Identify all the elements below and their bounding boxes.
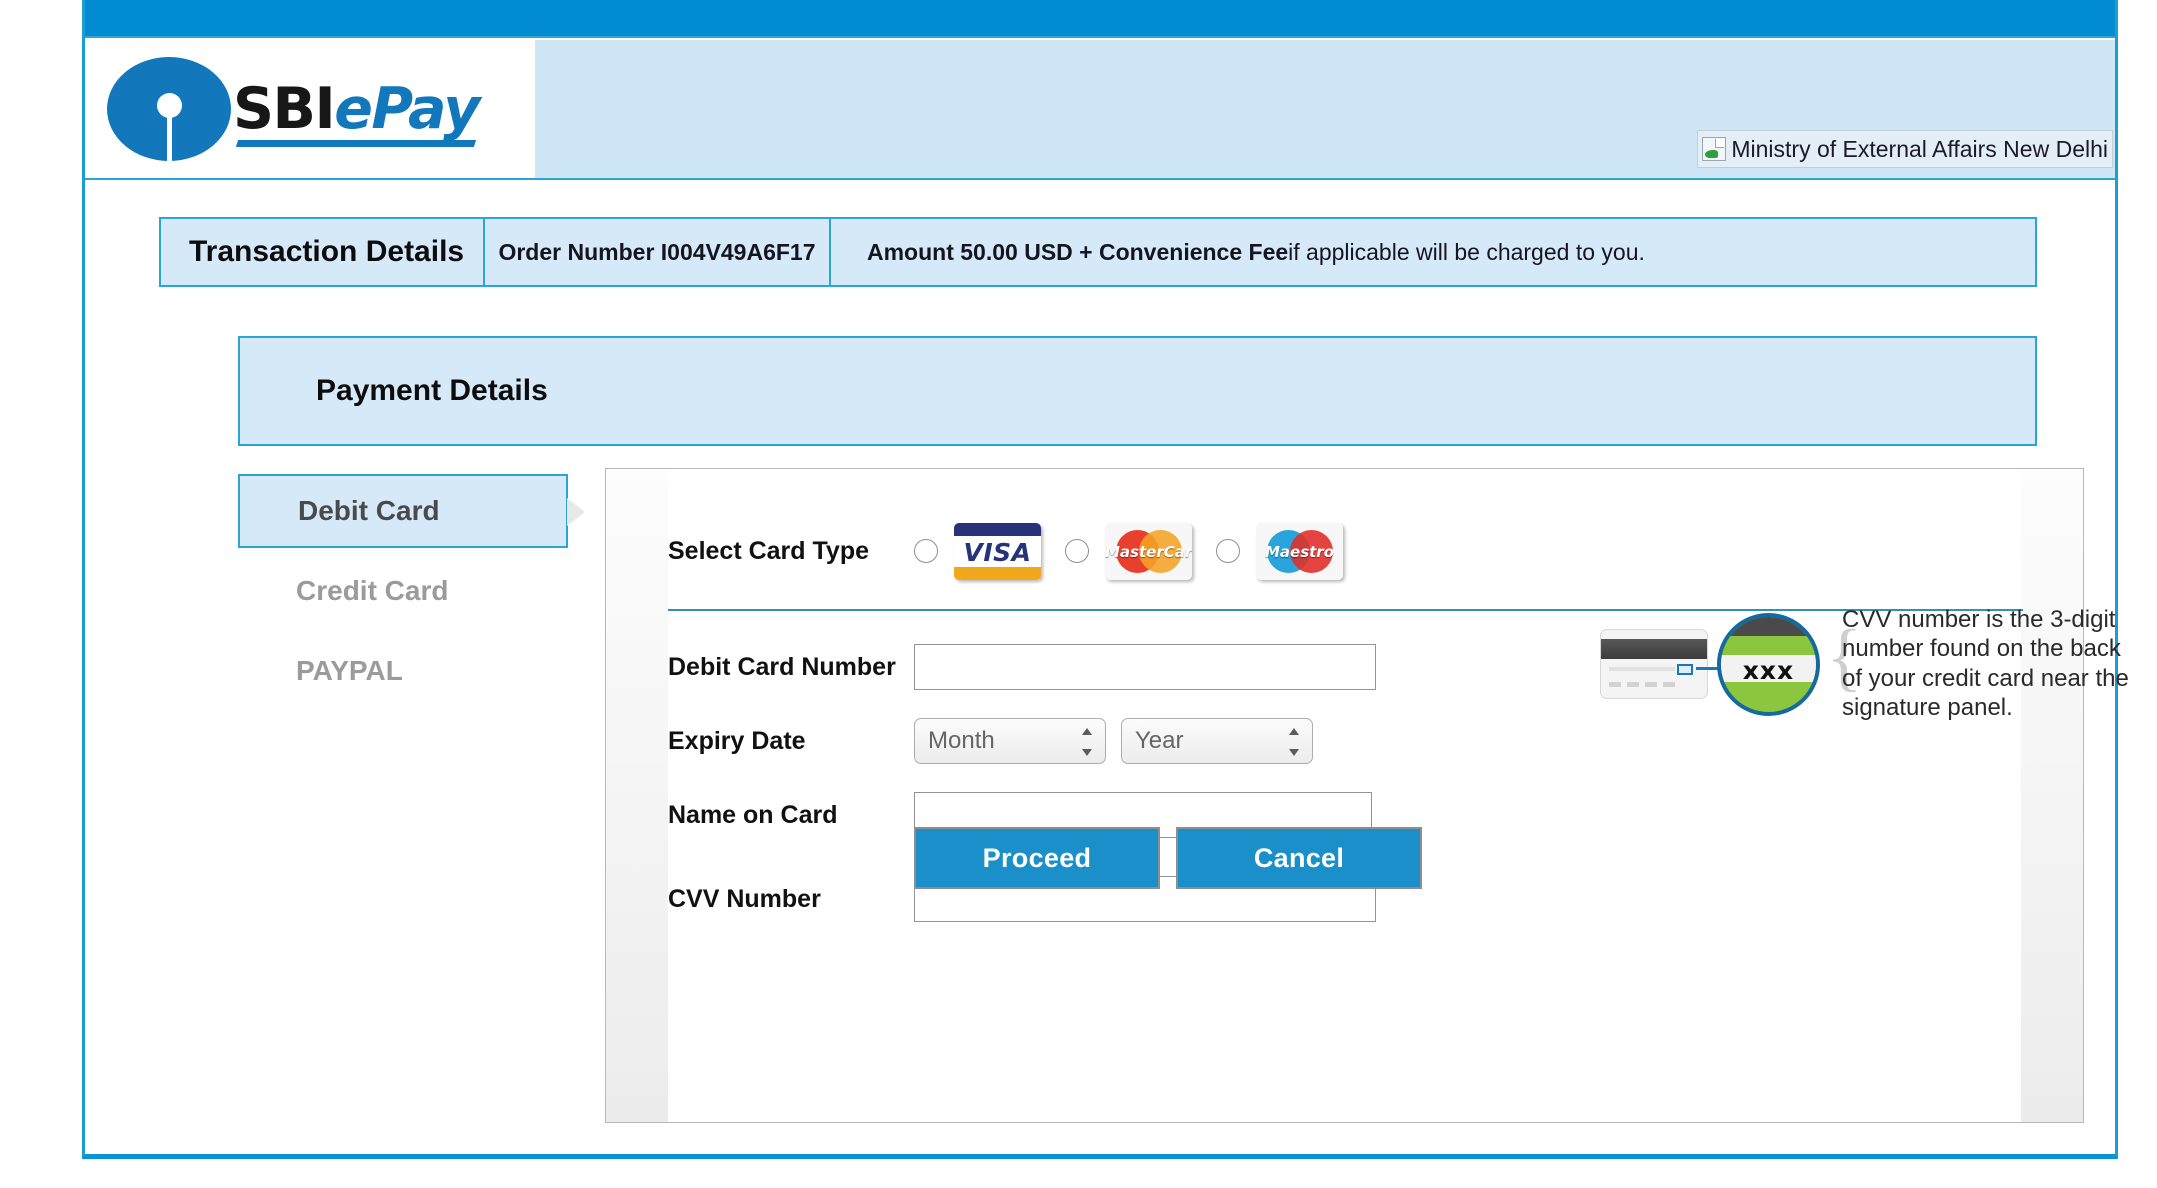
amount-note: if applicable will be charged to you. <box>1288 238 1645 265</box>
payment-details-header: Payment Details <box>238 336 2037 446</box>
radio-mastercard[interactable] <box>1065 539 1089 563</box>
cvv-digits-sample: xxx <box>1742 656 1795 685</box>
cancel-button[interactable]: Cancel <box>1176 827 1422 889</box>
panel-left-shade <box>606 469 668 1122</box>
chevron-updown-icon <box>1289 728 1300 756</box>
merchant-logo-broken-image: Ministry of External Affairs New Delhi <box>1697 130 2113 168</box>
card-back-icon <box>1600 629 1708 699</box>
chevron-updown-icon <box>1082 728 1093 756</box>
cvv-number-label: CVV Number <box>668 884 821 913</box>
top-blue-bar <box>85 0 2115 38</box>
radio-maestro[interactable] <box>1216 539 1240 563</box>
wordmark-sbi: SBI <box>233 75 336 142</box>
visa-logo-icon[interactable]: VISA <box>954 522 1041 580</box>
method-label: Credit Card <box>296 575 449 606</box>
cvv-location-illustration: xxx { <box>1600 611 1862 721</box>
order-number: Order Number I004V49A6F17 <box>485 219 831 285</box>
sidebar-item-credit-card[interactable]: Credit Card <box>238 554 568 628</box>
expiry-date-label: Expiry Date <box>668 726 806 755</box>
proceed-button[interactable]: Proceed <box>914 827 1160 889</box>
merchant-logo-alt-text: Ministry of External Affairs New Delhi <box>1731 135 2108 162</box>
card-payment-form-panel: Select Card Type VISA MasterCard Maestro <box>605 468 2129 1123</box>
expiry-row: Expiry Date Month Year <box>668 715 2023 767</box>
sbi-keyhole-icon <box>107 57 231 165</box>
mastercard-logo-icon[interactable]: MasterCard <box>1105 522 1192 580</box>
sidebar-item-debit-card[interactable]: Debit Card <box>238 474 585 548</box>
broken-image-icon <box>1702 137 1727 161</box>
cvv-help-text: CVV number is the 3-digit number found o… <box>1842 606 2129 721</box>
sbi-epay-logo[interactable]: SBIePay <box>85 40 536 178</box>
method-label: Debit Card <box>298 495 440 526</box>
expiry-year-select[interactable]: Year <box>1121 718 1313 764</box>
card-payment-form: Select Card Type VISA MasterCard Maestro <box>668 469 2129 1122</box>
transaction-details-title: Transaction Details <box>161 219 485 285</box>
amount-notice: Amount 50.00 USD + Convenience Fee if ap… <box>831 219 2035 285</box>
expiry-year-value: Year <box>1135 727 1184 754</box>
select-card-type-label: Select Card Type <box>668 536 870 565</box>
mastercard-logo-text: MasterCard <box>1105 542 1192 561</box>
site-header: SBIePay Ministry of External Affairs New… <box>85 40 2115 180</box>
wordmark-pay: Pay <box>371 75 480 142</box>
method-label: PAYPAL <box>296 655 403 686</box>
visa-logo-text: VISA <box>963 537 1032 567</box>
select-card-type-row: Select Card Type VISA MasterCard Maestro <box>668 501 2023 601</box>
sbi-epay-wordmark: SBIePay <box>233 80 480 147</box>
maestro-logo-text: Maestro <box>1264 542 1335 561</box>
wordmark-e: e <box>334 75 373 142</box>
cvv-magnifier-icon: xxx <box>1717 613 1820 716</box>
name-on-card-label: Name on Card <box>668 800 838 829</box>
transaction-details-bar: Transaction Details Order Number I004V49… <box>159 217 2037 287</box>
payment-page: SBIePay Ministry of External Affairs New… <box>82 0 2129 1159</box>
payment-method-list: Debit Card Credit Card PAYPAL <box>238 474 585 714</box>
card-number-input[interactable] <box>914 644 1376 690</box>
maestro-logo-icon[interactable]: Maestro <box>1256 522 1343 580</box>
expiry-month-select[interactable]: Month <box>914 718 1106 764</box>
wordmark-underline <box>235 139 477 147</box>
form-actions: Proceed Cancel <box>914 827 1422 889</box>
expiry-month-value: Month <box>928 727 995 754</box>
amount-value: Amount 50.00 USD + Convenience Fee <box>867 238 1289 265</box>
sidebar-item-paypal[interactable]: PAYPAL <box>238 634 568 708</box>
card-number-label: Debit Card Number <box>668 652 896 681</box>
panel-right-shade <box>2021 469 2083 1122</box>
radio-visa[interactable] <box>914 539 938 563</box>
